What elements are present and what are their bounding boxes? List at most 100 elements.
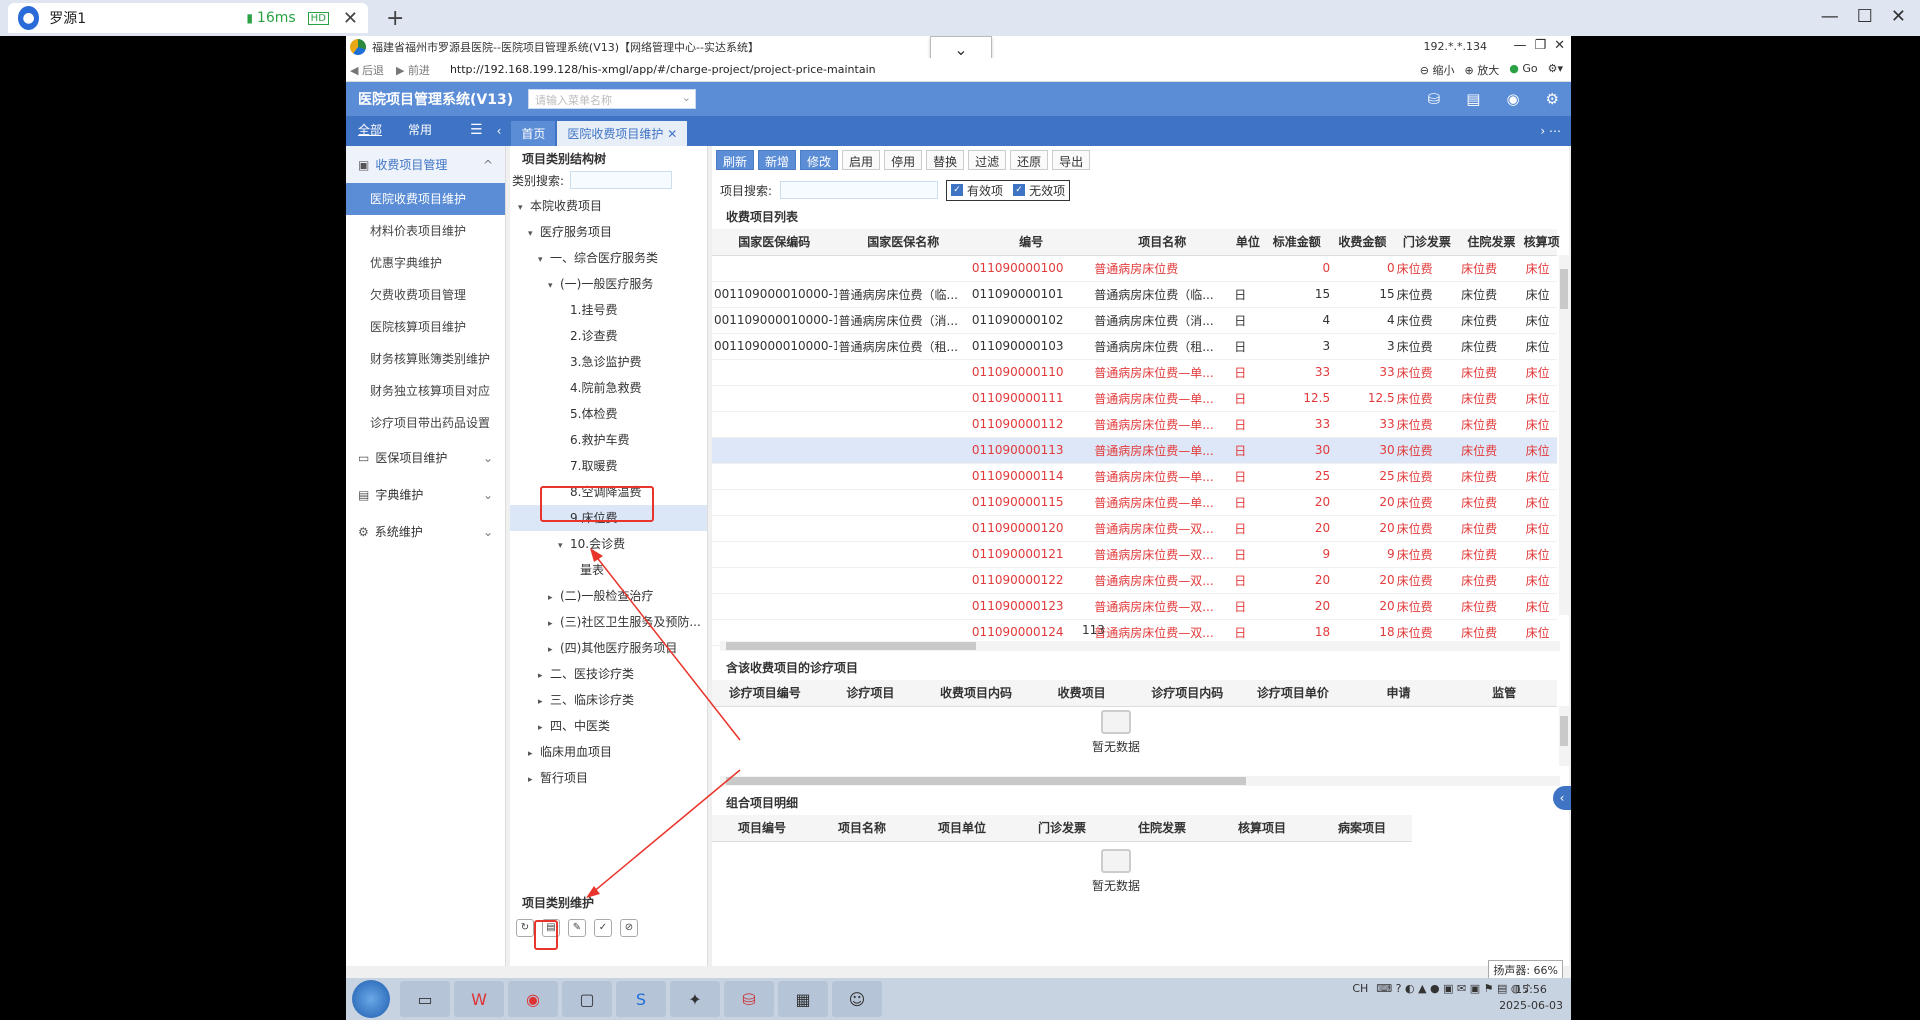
expand-arrow-icon[interactable]: ▸ [538,689,550,715]
forward-button[interactable]: ▶ 前进 [396,62,430,78]
table-row[interactable]: 011090000113 普通病房床位费—单... 日 30 30 床位费 床位费 床位 [712,437,1557,464]
tree-node[interactable]: 量表 [510,557,707,583]
diag-hscrollbar[interactable] [720,776,1560,786]
new-tab-icon[interactable]: + [386,6,404,31]
back-button[interactable]: ◀ 后退 [350,62,384,78]
table-row[interactable]: 011090000120 普通病房床位费—双... 日 20 20 床位费 床位费 床位 [712,515,1557,542]
table-row[interactable]: 011090000115 普通病房床位费—单... 日 20 20 床位费 床位费 床位 [712,489,1557,516]
sidebar-item[interactable]: 医院收费项目维护 [346,183,505,215]
tree-node[interactable]: ▸ (二)一般检查治疗 [510,583,707,609]
close-icon[interactable]: ✕ [667,127,677,141]
table-row[interactable]: 001109000010000-1...普通病房床位费（临...01109000… [712,281,1557,308]
tree-node[interactable]: 6.救护车费 [510,427,707,453]
column-header[interactable]: 项目名称 [812,815,912,842]
sidebar-item[interactable]: 财务核算账簿类别维护 [346,343,505,375]
disable-icon[interactable]: ⊘ [620,919,638,937]
table-row[interactable]: 011090000122 普通病房床位费—双... 日 20 20 床位费 床位费 床位 [712,567,1557,594]
expand-arrow-icon[interactable]: ▾ [518,195,530,221]
tab-left-arrow-icon[interactable]: ‹ [497,124,502,138]
tree-node[interactable]: ▸ 临床用血项目 [510,739,707,765]
browser-tab[interactable]: ● 罗源1 ▮ 16ms HD ✕ [8,3,368,33]
table-row[interactable]: 011090000121 普通病房床位费—双... 日 9 9 床位费 床位费 床位 [712,541,1557,568]
column-header[interactable]: 标准金额 [1263,229,1331,256]
collapse-panel-button[interactable]: ‹ [1553,786,1571,810]
tree-node[interactable]: ▾ (一)一般医疗服务 [510,271,707,297]
chrome-icon[interactable]: ◉ [508,981,558,1017]
column-header[interactable]: 申请 [1345,680,1452,707]
table-row[interactable]: 011090000110 普通病房床位费—单... 日 33 33 床位费 床位费 床位 [712,359,1557,386]
column-header[interactable]: 门诊发票 [1012,815,1112,842]
expand-arrow-icon[interactable]: ▸ [548,611,560,637]
menu-icon[interactable]: ☰ [470,122,483,138]
win-minimize-icon[interactable]: — [1513,38,1526,53]
table-row[interactable]: 001109000010000-1...普通病房床位费（租...01109000… [712,333,1557,360]
expand-arrow-icon[interactable]: ▸ [548,637,560,663]
column-header[interactable]: 门诊发票 [1394,229,1460,256]
tree-node[interactable]: 7.取暖费 [510,453,707,479]
app-s-icon[interactable]: S [616,981,666,1017]
expand-arrow-icon[interactable]: ▸ [548,585,560,611]
sidebar-item[interactable]: 欠费收费项目管理 [346,279,505,311]
table-row[interactable]: 011090000114 普通病房床位费—单... 日 25 25 床位费 床位费 床位 [712,463,1557,490]
column-header[interactable]: 核算项 [1523,229,1560,256]
tree-search-input[interactable] [570,171,673,189]
table-row[interactable]: 001109000010000-1...普通病房床位费（消...01109000… [712,307,1557,334]
column-header[interactable]: 项目名称 [1092,229,1233,256]
go-button[interactable]: ● Go [1509,62,1537,78]
doctor-icon[interactable]: ☺ [832,981,882,1017]
enable-button[interactable]: 启用 [842,150,881,170]
tab-all[interactable]: 全部 [346,121,396,146]
column-header[interactable]: 诊疗项目内码 [1134,680,1241,707]
tree-node[interactable]: 3.急诊监护费 [510,349,707,375]
expand-arrow-icon[interactable]: ▸ [528,767,540,793]
sidebar-group-charge[interactable]: ▣ 收费项目管理 ^ [346,146,505,183]
win-restore-icon[interactable]: ❐ [1534,38,1546,53]
restore-button[interactable]: 还原 [1010,150,1049,170]
expand-arrow-icon[interactable]: ▾ [538,247,550,273]
zoom-out-button[interactable]: ⊖ 缩小 [1420,62,1455,78]
table-row[interactable]: 011090000112 普通病房床位费—单... 日 33 33 床位费 床位费 床位 [712,411,1557,438]
settings-dropdown-icon[interactable]: ⚙▾ [1548,62,1563,78]
refresh-cache-icon[interactable]: ⛁ [1428,90,1441,108]
tree-node[interactable]: ▸ (三)社区卫生服务及预防... [510,609,707,635]
sidebar-item[interactable]: 财务独立核算项目对应 [346,375,505,407]
maximize-icon[interactable]: ☐ [1857,6,1873,27]
edit-icon[interactable]: ✎ [568,919,586,937]
expand-arrow-icon[interactable]: ▸ [528,741,540,767]
sidebar-item[interactable]: 材料价表项目维护 [346,215,505,247]
tree-node[interactable]: ▾ 医疗服务项目 [510,219,707,245]
window-icon[interactable]: ▢ [562,981,612,1017]
zoom-in-button[interactable]: ⊕ 放大 [1465,62,1500,78]
sidebar-group-system[interactable]: ⚙ 系统维护 ⌄ [346,513,505,550]
column-header[interactable]: 病案项目 [1312,815,1412,842]
valid-checkbox[interactable]: ✓ 有效项 [951,182,1003,199]
invalid-checkbox[interactable]: ✓ 无效项 [1013,182,1065,199]
close-tab-icon[interactable]: ✕ [343,8,358,29]
sidebar-item[interactable]: 医院核算项目维护 [346,311,505,343]
tab-current[interactable]: 医院收费项目维护 ✕ [557,121,688,146]
column-header[interactable]: 项目编号 [712,815,812,842]
tree-node[interactable]: 1.挂号费 [510,297,707,323]
tree-node[interactable]: ▸ 暂行项目 [510,765,707,791]
tree-node[interactable]: ▸ (四)其他医疗服务项目 [510,635,707,661]
win-close-icon[interactable]: ✕ [1554,38,1565,53]
tree-node[interactable]: ▾ 本院收费项目 [510,193,707,219]
column-header[interactable]: 收费金额 [1330,229,1395,256]
expand-arrow-icon[interactable]: ▸ [538,715,550,741]
expand-arrow-icon[interactable]: ▾ [548,273,560,299]
tree-node[interactable]: 5.体检费 [510,401,707,427]
column-header[interactable]: 监管 [1451,680,1557,707]
tree-node[interactable]: 2.诊查费 [510,323,707,349]
table-row[interactable]: 011090000100 普通病房床位费 0 0 床位费 床位费 床位 [712,255,1557,282]
column-header[interactable]: 国家医保名称 [836,229,970,256]
expand-arrow-icon[interactable]: ▾ [528,221,540,247]
lang-indicator[interactable]: CH [1352,982,1368,995]
explorer-icon[interactable]: ▭ [400,981,450,1017]
close-window-icon[interactable]: ✕ [1891,6,1906,27]
monitor-icon[interactable]: ▦ [778,981,828,1017]
gear-icon[interactable]: ⚙ [1546,90,1559,108]
add-button[interactable]: 新增 [758,150,797,170]
column-header[interactable]: 核算项目 [1212,815,1312,842]
refresh-button[interactable]: 刷新 [716,150,755,170]
expand-arrow-icon[interactable]: ▾ [558,533,570,559]
